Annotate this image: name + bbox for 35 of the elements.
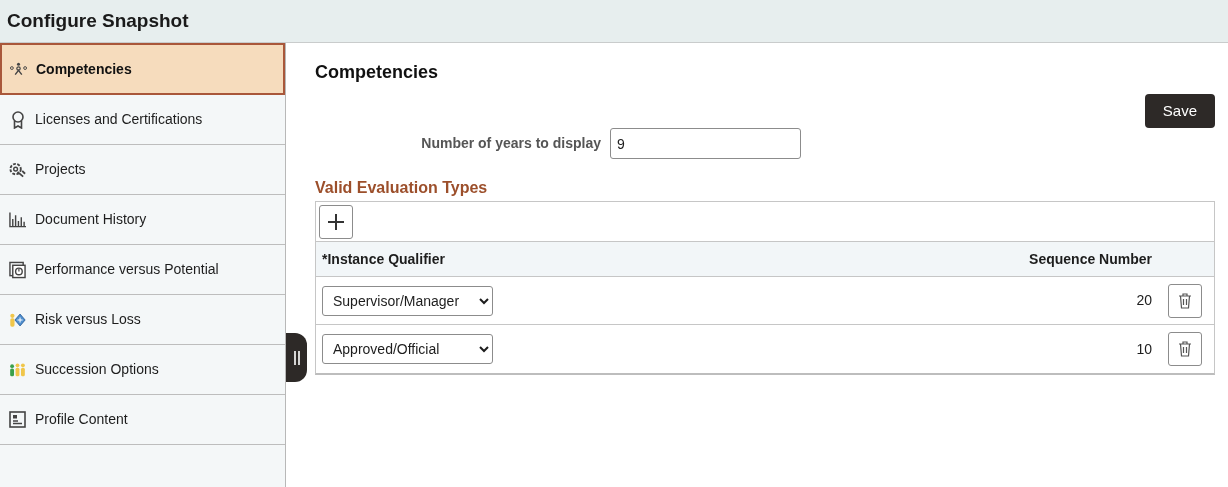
plus-icon <box>327 212 345 231</box>
table-cell-text: 20 <box>1136 291 1152 310</box>
grid-title: Valid Evaluation Types <box>315 178 489 198</box>
qualifier-dropdown[interactable]: Approved/Official <box>322 334 493 364</box>
people-group-icon <box>9 360 26 379</box>
pause-bars-icon <box>292 349 301 366</box>
page-title: Configure Snapshot <box>7 8 189 33</box>
bar-chart-icon <box>9 211 26 228</box>
delete-button[interactable] <box>1168 332 1202 366</box>
sidebar-item[interactable]: Competencies <box>0 43 285 95</box>
gauge-frame-icon <box>9 260 26 279</box>
sidebar-item[interactable]: Performance versus Potential <box>0 245 285 295</box>
ribbon-icon <box>10 110 25 129</box>
sidebar-item[interactable]: Profile Content <box>0 395 285 445</box>
add-button[interactable] <box>319 204 353 239</box>
column-header: Sequence Number <box>1029 249 1153 269</box>
gear-wrench-icon <box>9 161 26 178</box>
column-header: *Instance Qualifier <box>321 249 446 269</box>
field-label: Number of years to display <box>420 134 601 153</box>
sidebar-item[interactable]: Document History <box>0 195 285 245</box>
trash-icon <box>1178 341 1192 357</box>
trash-icon <box>1178 292 1192 309</box>
profile-card-icon <box>9 411 26 428</box>
delete-button[interactable] <box>1168 283 1202 318</box>
collapse-handle[interactable] <box>286 333 307 382</box>
people-icon <box>10 62 27 76</box>
table-cell-text: 10 <box>1136 339 1152 359</box>
save-button[interactable]: Save <box>1144 94 1215 128</box>
sidebar-item[interactable]: Projects <box>0 145 285 195</box>
section-heading: Competencies <box>315 61 440 84</box>
sidebar-item[interactable]: Licenses and Certifications <box>0 95 285 145</box>
years-input-field[interactable]: 9 <box>610 128 801 159</box>
sidebar-item[interactable]: Risk versus Loss <box>0 295 285 345</box>
qualifier-dropdown[interactable]: Supervisor/Manager <box>322 285 493 316</box>
sidebar-item[interactable]: Succession Options <box>0 345 285 395</box>
